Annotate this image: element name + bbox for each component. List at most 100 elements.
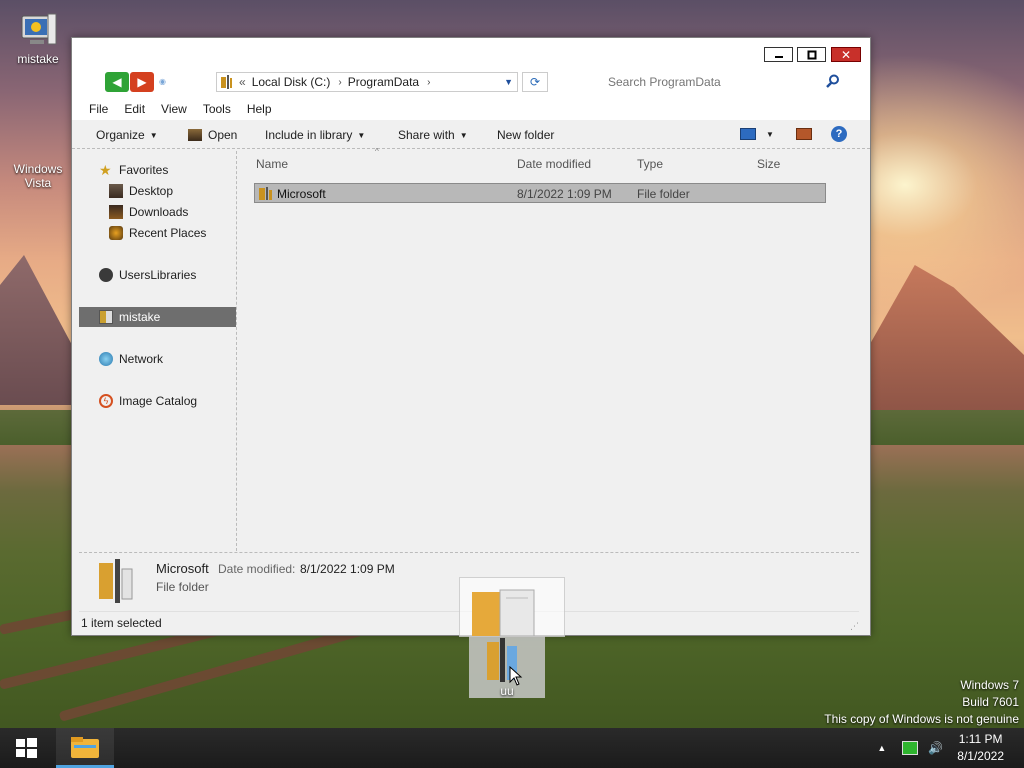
menu-view[interactable]: View (161, 102, 187, 116)
open-icon (188, 129, 202, 141)
column-header-size[interactable]: Size (757, 157, 780, 171)
network-status-icon[interactable] (902, 741, 919, 755)
clock-time: 1:11 PM (958, 732, 1003, 746)
nav-label: mistake (119, 310, 161, 324)
command-bar: Organize ▼ Open Include in library ▼ Share… (72, 122, 870, 149)
caret-down-icon: ▼ (149, 130, 158, 140)
preview-pane-icon (796, 128, 812, 140)
nav-network[interactable]: Network (79, 349, 236, 369)
nav-label: UsersLibraries (119, 268, 197, 282)
title-bar[interactable]: ✕ (72, 38, 870, 64)
clock[interactable]: 1:11 PM 8/1/2022 (957, 731, 1004, 765)
details-date-label: Date modified: (218, 562, 296, 576)
back-arrow-icon: ◀ (112, 75, 122, 89)
nav-label: Downloads (129, 205, 189, 219)
minimize-button[interactable] (764, 47, 793, 62)
search-icon[interactable] (826, 74, 840, 91)
search-input[interactable] (606, 74, 810, 90)
file-date: 8/1/2022 1:09 PM (517, 187, 612, 201)
include-in-library-button[interactable]: Include in library ▼ (265, 128, 365, 142)
share-with-label: Share with (398, 128, 455, 142)
nav-downloads[interactable]: Downloads (79, 202, 236, 222)
file-type: File folder (637, 187, 690, 201)
nav-mistake[interactable]: mistake (79, 307, 236, 327)
show-hidden-icons-icon[interactable]: ▲ (877, 743, 886, 753)
column-header-date-modified[interactable]: Date modified (517, 157, 591, 171)
file-row[interactable]: Microsoft 8/1/2022 1:09 PM File folder (254, 183, 826, 203)
watermark-genuine-notice: This copy of Windows is not genuine (824, 712, 1019, 726)
folder-icon (259, 187, 273, 200)
folder-drag-icon (472, 584, 536, 637)
folder-large-icon (97, 559, 137, 603)
address-dropdown-icon[interactable]: ▼ (504, 77, 513, 87)
close-icon: ✕ (840, 47, 852, 62)
details-type: File folder (156, 580, 209, 594)
address-row: ◀ ▶ ◉ « Local Disk (C:) › ProgramData › … (72, 64, 870, 98)
column-header-name[interactable]: Name (256, 157, 288, 171)
maximize-icon (807, 50, 816, 59)
minimize-icon (774, 55, 783, 58)
nav-label: Favorites (119, 163, 169, 177)
star-icon: ★ (99, 162, 112, 178)
resize-grip-icon[interactable]: ⋰ (850, 621, 859, 632)
organize-label: Organize (96, 128, 145, 142)
desktop-icon-label: Windows Vista (13, 162, 63, 190)
breadcrumb-chevron-icon[interactable]: › (427, 77, 430, 88)
nav-recent-places[interactable]: Recent Places (79, 223, 236, 243)
nav-users-libraries[interactable]: UsersLibraries (79, 265, 236, 285)
forward-arrow-icon: ▶ (137, 75, 147, 89)
nav-favorites[interactable]: ★ Favorites (79, 160, 236, 180)
include-in-library-label: Include in library (265, 128, 353, 142)
nav-label: Recent Places (129, 226, 207, 240)
menu-file[interactable]: File (89, 102, 108, 116)
explorer-window: ✕ ◀ ▶ ◉ « Local Disk (C:) › ProgramData … (71, 37, 871, 636)
help-button[interactable]: ? (831, 126, 847, 142)
menu-help[interactable]: Help (247, 102, 272, 116)
folder-path-icon (221, 75, 233, 89)
share-with-button[interactable]: Share with ▼ (398, 128, 468, 142)
nav-buttons: ◀ ▶ ◉ (105, 72, 166, 92)
refresh-button[interactable]: ⟳ (522, 72, 548, 92)
taskbar-explorer-button[interactable] (56, 728, 114, 768)
desktop-icon-mistake[interactable]: mistake (6, 10, 70, 66)
change-view-button[interactable]: ▼ (740, 128, 774, 140)
preview-pane-button[interactable] (796, 128, 812, 140)
desktop-icon (109, 184, 123, 198)
start-button[interactable] (14, 736, 38, 760)
breadcrumb-programdata[interactable]: ProgramData (348, 75, 419, 89)
menu-bar: File Edit View Tools Help (72, 98, 870, 120)
nav-image-catalog[interactable]: ϟ Image Catalog (79, 391, 236, 411)
genuine-watermark: Windows 7 Build 7601 This copy of Window… (824, 677, 1019, 728)
wallpaper-mountain-left (0, 255, 80, 405)
drag-item-uu[interactable]: uu (469, 636, 545, 698)
open-label: Open (208, 128, 238, 142)
breadcrumb-local-disk[interactable]: Local Disk (C:) (252, 75, 331, 89)
forward-button[interactable]: ▶ (130, 72, 154, 92)
organize-button[interactable]: Organize ▼ (96, 128, 158, 142)
desktop-icon-windows-vista[interactable]: Windows Vista (6, 162, 70, 190)
nav-label: Image Catalog (119, 394, 198, 408)
mouse-cursor-icon (509, 665, 523, 689)
menu-edit[interactable]: Edit (124, 102, 145, 116)
caret-down-icon: ▼ (766, 129, 774, 139)
menu-tools[interactable]: Tools (203, 102, 231, 116)
nav-desktop[interactable]: Desktop (79, 181, 236, 201)
column-header-type[interactable]: Type (637, 157, 663, 171)
back-button[interactable]: ◀ (105, 72, 129, 92)
computer-icon (18, 10, 58, 50)
open-button[interactable]: Open (188, 128, 237, 142)
downloads-icon (109, 205, 123, 219)
breadcrumb-chevron-icon[interactable]: › (338, 77, 341, 88)
new-folder-button[interactable]: New folder (497, 128, 554, 142)
address-bar[interactable]: « Local Disk (C:) › ProgramData › ▼ (216, 72, 518, 92)
refresh-icon: ⟳ (529, 75, 541, 89)
close-button[interactable]: ✕ (831, 47, 861, 62)
maximize-button[interactable] (797, 47, 826, 62)
drag-item-label: uu (500, 684, 514, 698)
address-overflow[interactable]: « (239, 75, 246, 89)
history-dropdown-icon[interactable]: ◉ (159, 77, 166, 86)
volume-icon[interactable]: 🔊 (928, 741, 943, 755)
search-box[interactable] (598, 72, 840, 92)
status-text: 1 item selected (81, 616, 162, 630)
network-icon (99, 352, 113, 366)
